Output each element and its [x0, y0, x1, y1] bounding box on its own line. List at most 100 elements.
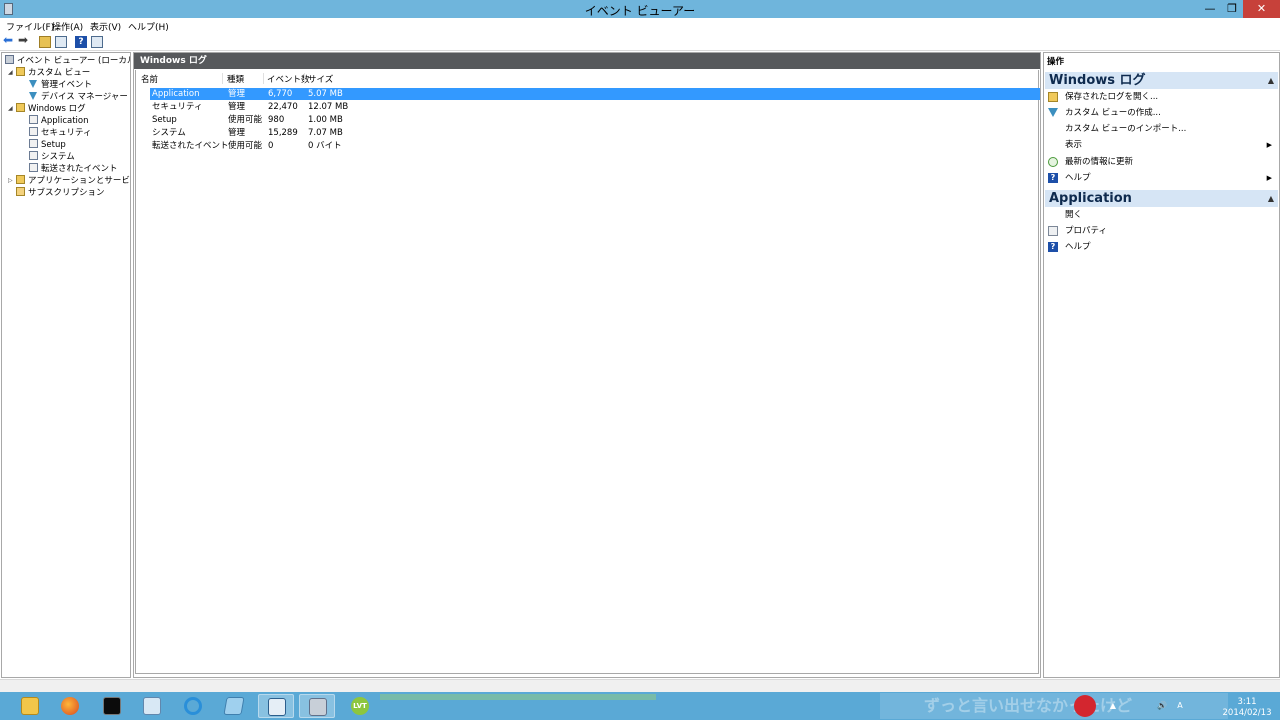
tray-chevron-icon[interactable]: ▲ — [1108, 700, 1118, 711]
remote-desktop-icon — [268, 698, 286, 716]
action-view[interactable]: 表示 ▶ — [1048, 138, 1278, 152]
folder-icon — [16, 103, 25, 112]
column-divider[interactable] — [304, 73, 305, 84]
table-row[interactable]: 転送されたイベント 使用可能 0 0 バイト — [150, 140, 1040, 152]
taskbar-remote-desktop[interactable] — [258, 694, 294, 718]
volume-icon[interactable]: 🔊 — [1157, 700, 1167, 711]
actions-section-application[interactable]: Application ▲ — [1045, 190, 1278, 207]
status-bar — [0, 679, 1280, 692]
column-divider[interactable] — [263, 73, 264, 84]
subscription-icon — [16, 187, 25, 196]
notepad-icon — [223, 697, 245, 715]
action-create-custom-view[interactable]: カスタム ビューの作成... — [1048, 106, 1278, 120]
maximize-button[interactable]: ❐ — [1221, 0, 1243, 18]
taskbar-firefox[interactable] — [52, 694, 88, 718]
tree-node-windows-logs[interactable]: Windows ログ — [16, 103, 86, 115]
table-row[interactable]: Setup 使用可能 980 1.00 MB — [150, 114, 1040, 126]
action-center-icon[interactable] — [1141, 700, 1151, 711]
tree-node-app-service-logs[interactable]: アプリケーションとサービス ログ — [16, 175, 130, 187]
action-refresh[interactable]: 最新の情報に更新 — [1048, 155, 1278, 169]
show-hide-actions-icon[interactable] — [91, 36, 103, 48]
tree-node-security[interactable]: セキュリティ — [29, 127, 92, 139]
action-import-custom-view[interactable]: カスタム ビューのインポート... — [1048, 122, 1278, 136]
taskbar-internet-explorer[interactable] — [175, 694, 211, 718]
column-divider[interactable] — [222, 73, 223, 84]
title-bar: イベント ビューアー — ❐ ✕ — [0, 0, 1280, 18]
tree-node-root[interactable]: イベント ビューアー (ローカル) — [5, 55, 130, 67]
menu-file[interactable]: ファイル(F) — [6, 20, 54, 33]
action-help-application[interactable]: ? ヘルプ — [1048, 240, 1278, 254]
toolbar: ⬅ ➡ ? — [0, 33, 1280, 51]
window-title: イベント ビューアー — [584, 4, 696, 18]
menu-action[interactable]: 操作(A) — [52, 20, 83, 33]
expand-app-service-logs-icon[interactable]: ▷ — [8, 175, 14, 187]
ime-icon[interactable]: A — [1175, 700, 1185, 711]
open-folder-icon — [1048, 92, 1058, 102]
tree-node-admin-events[interactable]: 管理イベント — [29, 79, 92, 91]
taskbar-notepad[interactable] — [216, 694, 252, 718]
row-type: 管理 — [228, 102, 246, 112]
actions-pane: 操作 Windows ログ ▲ 保存されたログを開く... カスタム ビューの作… — [1043, 52, 1280, 678]
column-header-name[interactable]: 名前 — [141, 73, 158, 85]
table-row[interactable]: システム 管理 15,289 7.07 MB — [150, 127, 1040, 139]
collapse-icon[interactable]: ▲ — [1268, 72, 1274, 90]
forward-arrow-icon[interactable]: ➡ — [18, 34, 30, 47]
taskbar-event-viewer[interactable] — [299, 694, 335, 718]
tree-node-device-manager[interactable]: デバイス マネージャー - 汎用 — [29, 91, 130, 103]
paint-icon — [143, 697, 161, 715]
column-header-size[interactable]: サイズ — [308, 73, 333, 85]
taskbar-clock[interactable]: 3:11 2014/02/13 — [1216, 697, 1278, 719]
column-header-type[interactable]: 種類 — [227, 73, 244, 85]
row-name: Application — [152, 89, 200, 99]
internet-explorer-icon — [184, 697, 202, 715]
submenu-arrow-icon: ▶ — [1266, 141, 1272, 149]
help-icon[interactable]: ? — [75, 36, 87, 48]
menu-view[interactable]: 表示(V) — [90, 20, 121, 33]
file-explorer-icon — [21, 697, 39, 715]
event-viewer-icon — [5, 55, 14, 64]
show-desktop-icon[interactable] — [1193, 700, 1203, 711]
action-help[interactable]: ? ヘルプ ▶ — [1048, 171, 1278, 185]
collapse-icon[interactable]: ▲ — [1268, 190, 1274, 208]
tree-node-system[interactable]: システム — [29, 151, 75, 163]
action-open[interactable]: 開く — [1048, 208, 1278, 222]
help-icon: ? — [1048, 173, 1058, 183]
results-pane: Windows ログ 名前 種類 イベント数 サイズ Application 管… — [133, 52, 1041, 678]
command-prompt-icon — [103, 697, 121, 715]
properties-icon — [1048, 226, 1058, 236]
action-open-saved-log[interactable]: 保存されたログを開く... — [1048, 90, 1278, 104]
up-folder-icon[interactable] — [39, 36, 51, 48]
lvt-icon: LVT — [351, 697, 369, 715]
show-hide-tree-icon[interactable] — [55, 36, 67, 48]
red-logo-icon[interactable] — [1074, 695, 1096, 717]
tree-node-custom-views[interactable]: カスタム ビュー — [16, 67, 90, 79]
expand-custom-views-icon[interactable]: ◢ — [8, 67, 14, 79]
expand-windows-logs-icon[interactable]: ◢ — [8, 103, 14, 115]
console-tree: イベント ビューアー (ローカル) ◢ カスタム ビュー 管理イベント デバイス… — [1, 52, 131, 678]
tree-node-application[interactable]: Application — [29, 115, 89, 127]
menu-help[interactable]: ヘルプ(H) — [128, 20, 169, 33]
filter-icon — [29, 80, 37, 88]
actions-section-windows-logs[interactable]: Windows ログ ▲ — [1045, 72, 1278, 89]
log-icon — [29, 139, 38, 148]
back-arrow-icon[interactable]: ⬅ — [3, 34, 15, 47]
row-type: 管理 — [228, 89, 246, 99]
close-button[interactable]: ✕ — [1243, 0, 1280, 18]
action-properties[interactable]: プロパティ — [1048, 224, 1278, 238]
network-icon[interactable] — [1125, 700, 1135, 711]
clock-time: 3:11 — [1237, 697, 1257, 707]
tree-node-setup[interactable]: Setup — [29, 139, 66, 151]
taskbar-file-explorer[interactable] — [12, 694, 48, 718]
taskbar-lvt[interactable]: LVT — [342, 694, 378, 718]
table-row[interactable]: Application 管理 6,770 5.07 MB — [150, 88, 1040, 100]
row-count: 980 — [268, 115, 285, 125]
tree-node-forwarded-events[interactable]: 転送されたイベント — [29, 163, 118, 175]
menu-bar: ファイル(F) 操作(A) 表示(V) ヘルプ(H) — [0, 18, 1280, 33]
minimize-button[interactable]: — — [1199, 0, 1221, 18]
row-type: 使用可能 — [228, 141, 263, 151]
tree-node-subscriptions[interactable]: サブスクリプション — [16, 187, 105, 199]
taskbar-paint[interactable] — [134, 694, 170, 718]
table-row[interactable]: セキュリティ 管理 22,470 12.07 MB — [150, 101, 1040, 113]
submenu-arrow-icon: ▶ — [1266, 174, 1272, 182]
taskbar-command-prompt[interactable] — [94, 694, 130, 718]
